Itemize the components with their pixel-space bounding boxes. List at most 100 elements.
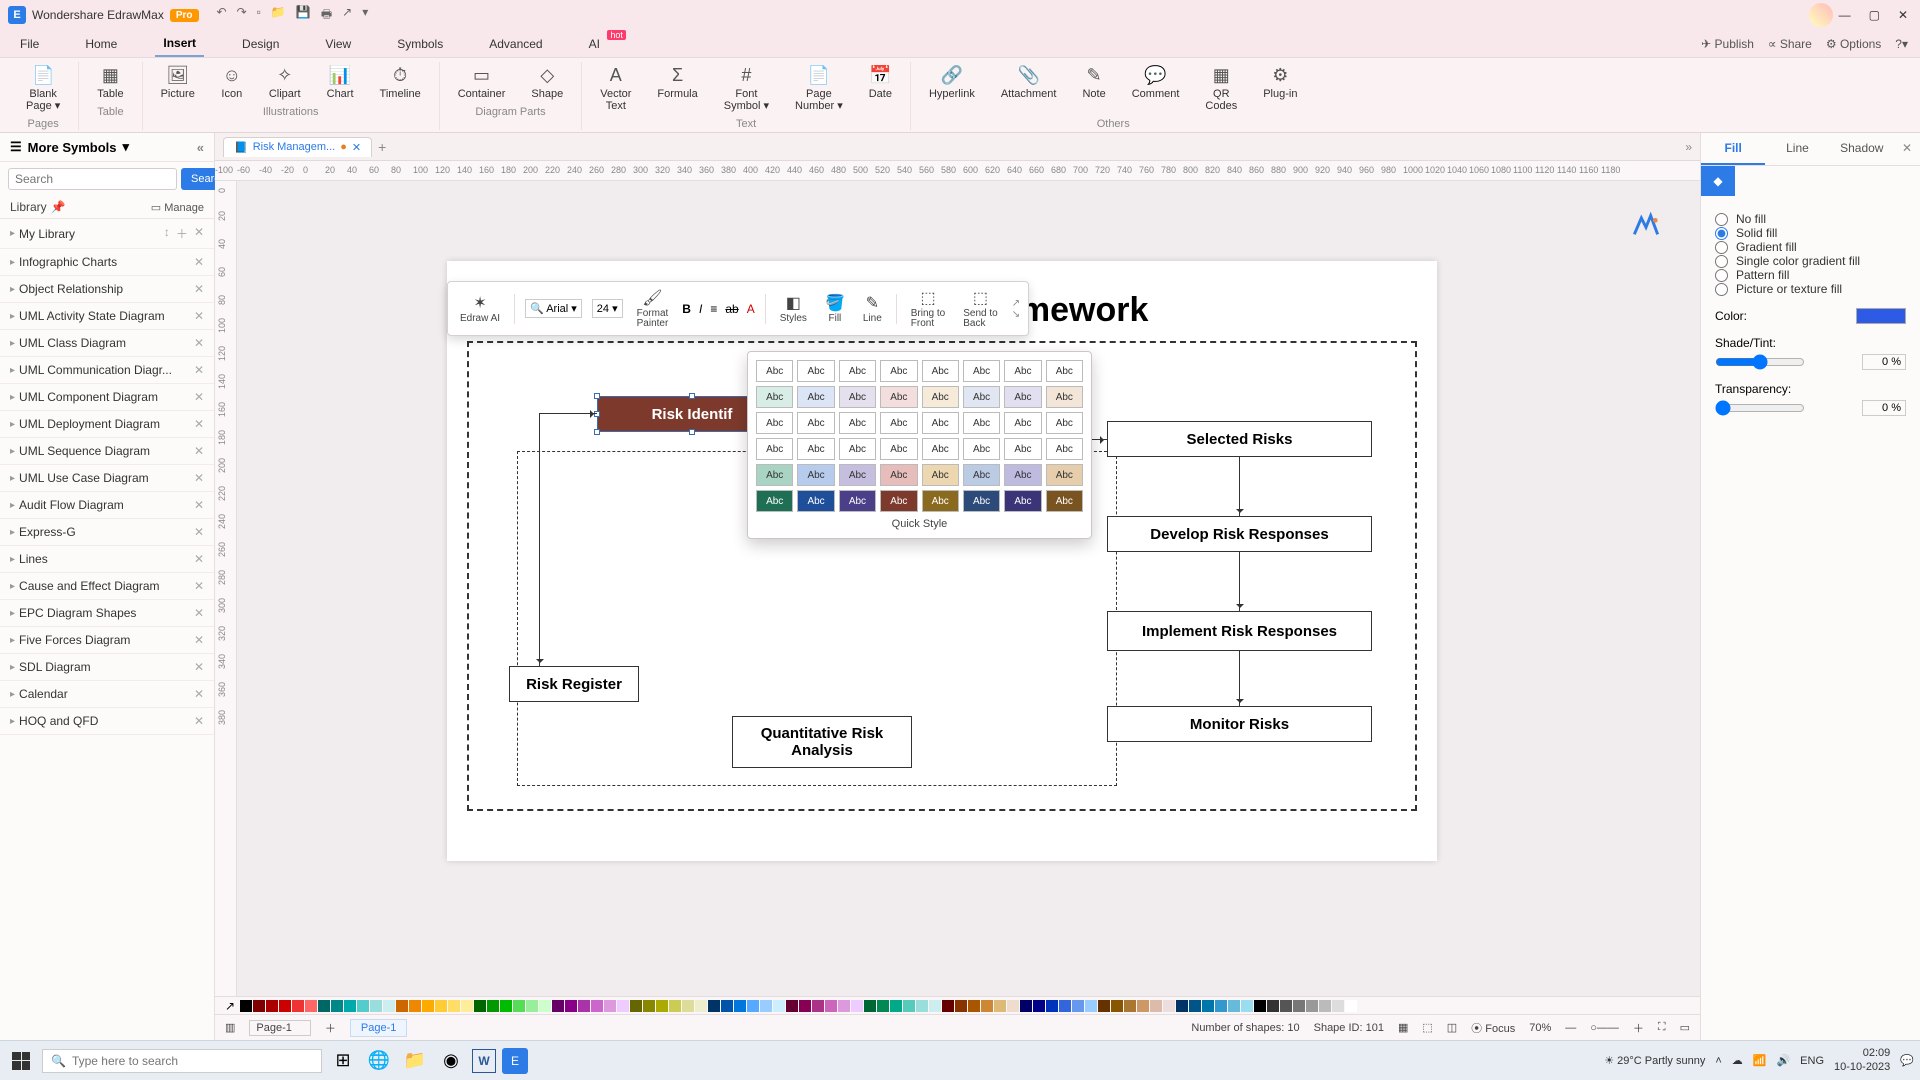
color-swatch[interactable] <box>1228 1000 1240 1012</box>
node-selected-risks[interactable]: Selected Risks <box>1107 421 1372 457</box>
style-swatch[interactable]: Abc <box>880 412 917 434</box>
maximize-icon[interactable]: ▢ <box>1869 8 1880 22</box>
doc-tab[interactable]: 📘 Risk Managem... ● ✕ <box>223 137 372 157</box>
style-swatch[interactable]: Abc <box>797 490 834 512</box>
edraw-ai-button[interactable]: ✶Edraw AI <box>456 291 504 326</box>
ribbon-comment[interactable]: 💬Comment <box>1128 62 1184 102</box>
style-swatch[interactable]: Abc <box>922 386 959 408</box>
taskbar-search-input[interactable] <box>72 1054 313 1068</box>
color-swatch[interactable] <box>682 1000 694 1012</box>
align-button[interactable]: ≡ <box>710 302 717 316</box>
library-item[interactable]: ▸EPC Diagram Shapes✕ <box>0 600 214 627</box>
color-swatch[interactable] <box>1319 1000 1331 1012</box>
fill-option[interactable]: Pattern fill <box>1715 268 1906 282</box>
library-item[interactable]: ▸UML Activity State Diagram✕ <box>0 303 214 330</box>
ribbon-shape[interactable]: ◇Shape <box>527 62 567 102</box>
color-swatch[interactable] <box>1059 1000 1071 1012</box>
color-swatch[interactable] <box>851 1000 863 1012</box>
color-swatch[interactable] <box>1332 1000 1344 1012</box>
style-swatch[interactable]: Abc <box>1004 438 1041 460</box>
language-icon[interactable]: ENG <box>1800 1055 1824 1067</box>
color-swatch[interactable] <box>435 1000 447 1012</box>
color-swatch[interactable] <box>1189 1000 1201 1012</box>
color-swatch[interactable] <box>708 1000 720 1012</box>
help-icon[interactable]: ?▾ <box>1895 37 1908 51</box>
word-icon[interactable]: W <box>472 1049 496 1073</box>
color-swatch[interactable] <box>357 1000 369 1012</box>
canvas-viewport[interactable]: Framework Risk Identif Risk Register Qua… <box>237 181 1700 996</box>
style-swatch[interactable]: Abc <box>963 360 1000 382</box>
style-swatch[interactable]: Abc <box>922 360 959 382</box>
color-swatch[interactable] <box>669 1000 681 1012</box>
color-swatch[interactable] <box>396 1000 408 1012</box>
color-swatch[interactable] <box>565 1000 577 1012</box>
menu-symbols[interactable]: Symbols <box>389 32 451 56</box>
search-input[interactable] <box>8 168 177 190</box>
color-swatch[interactable] <box>526 1000 538 1012</box>
style-swatch[interactable]: Abc <box>756 438 793 460</box>
style-swatch[interactable]: Abc <box>1004 464 1041 486</box>
color-swatch[interactable] <box>1163 1000 1175 1012</box>
ribbon-timeline[interactable]: ⏱Timeline <box>376 62 425 102</box>
share-button[interactable]: ∝ Share <box>1768 37 1812 51</box>
fill-option[interactable]: Gradient fill <box>1715 240 1906 254</box>
color-swatch[interactable] <box>968 1000 980 1012</box>
tab-line[interactable]: Line <box>1765 133 1829 165</box>
page-tab[interactable]: Page-1 <box>350 1019 407 1037</box>
style-swatch[interactable]: Abc <box>880 464 917 486</box>
node-risk-register[interactable]: Risk Register <box>509 666 639 702</box>
color-swatch[interactable] <box>903 1000 915 1012</box>
font-size-select[interactable]: 24 ▾ <box>592 299 623 318</box>
style-swatch[interactable]: Abc <box>922 464 959 486</box>
transparency-value[interactable]: 0 % <box>1862 400 1906 416</box>
remove-lib-icon[interactable]: ✕ <box>194 444 204 458</box>
open-icon[interactable]: 📁 <box>271 5 286 26</box>
style-swatch[interactable]: Abc <box>1046 412 1083 434</box>
color-swatch[interactable] <box>812 1000 824 1012</box>
ribbon-icon[interactable]: ☺Icon <box>217 62 247 102</box>
library-item[interactable]: ▸SDL Diagram✕ <box>0 654 214 681</box>
style-swatch[interactable]: Abc <box>1046 360 1083 382</box>
remove-lib-icon[interactable]: ✕ <box>194 363 204 377</box>
style-swatch[interactable]: Abc <box>839 464 876 486</box>
color-swatch[interactable] <box>591 1000 603 1012</box>
color-swatch[interactable] <box>981 1000 993 1012</box>
remove-lib-icon[interactable]: ✕ <box>194 309 204 323</box>
expand-toolbar-icon[interactable]: ↗↘ <box>1012 298 1020 320</box>
color-swatch[interactable] <box>617 1000 629 1012</box>
ribbon-attachment[interactable]: 📎Attachment <box>997 62 1061 102</box>
color-swatch[interactable] <box>838 1000 850 1012</box>
transparency-slider[interactable] <box>1715 400 1805 416</box>
style-swatch[interactable]: Abc <box>963 438 1000 460</box>
remove-lib-icon[interactable]: ✕ <box>194 660 204 674</box>
style-swatch[interactable]: Abc <box>756 360 793 382</box>
shade-slider[interactable] <box>1715 354 1805 370</box>
add-tab-button[interactable]: + <box>378 139 386 155</box>
publish-button[interactable]: ✈ Publish <box>1701 37 1754 51</box>
color-swatch[interactable] <box>786 1000 798 1012</box>
color-swatch[interactable] <box>331 1000 343 1012</box>
remove-lib-icon[interactable]: ✕ <box>194 579 204 593</box>
ribbon-plug-in[interactable]: ⚙Plug-in <box>1259 62 1301 102</box>
ribbon-table[interactable]: ▦Table <box>93 62 127 102</box>
zoom-slider[interactable]: ○―― <box>1590 1022 1619 1034</box>
node-monitor[interactable]: Monitor Risks <box>1107 706 1372 742</box>
font-color-button[interactable]: A <box>747 302 755 316</box>
chrome-icon[interactable]: ◉ <box>436 1046 466 1076</box>
save-icon[interactable]: 💾 <box>296 5 311 26</box>
wifi-icon[interactable]: 📶 <box>1753 1054 1767 1067</box>
remove-lib-icon[interactable]: ✕ <box>194 714 204 728</box>
color-swatch[interactable] <box>370 1000 382 1012</box>
start-button[interactable] <box>6 1046 36 1076</box>
style-swatch[interactable]: Abc <box>963 490 1000 512</box>
library-item[interactable]: ▸Object Relationship✕ <box>0 276 214 303</box>
color-swatch[interactable] <box>1072 1000 1084 1012</box>
fill-option[interactable]: Solid fill <box>1715 226 1906 240</box>
color-swatch[interactable] <box>1280 1000 1292 1012</box>
color-swatch[interactable] <box>929 1000 941 1012</box>
color-swatch[interactable] <box>448 1000 460 1012</box>
task-view-icon[interactable]: ⊞ <box>328 1046 358 1076</box>
taskbar-search[interactable]: 🔍 <box>42 1049 322 1073</box>
style-swatch[interactable]: Abc <box>1004 412 1041 434</box>
color-swatch[interactable] <box>1267 1000 1279 1012</box>
